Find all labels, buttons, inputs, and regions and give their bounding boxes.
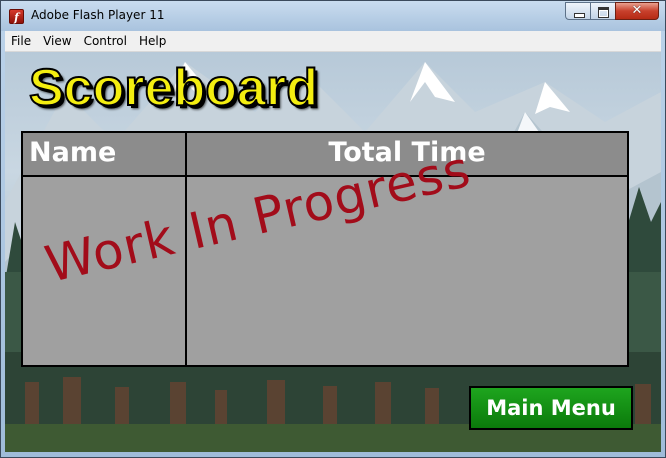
title-bar[interactable]: f Adobe Flash Player 11 ✕: [1, 1, 665, 31]
flash-player-window: f Adobe Flash Player 11 ✕ File View Cont…: [0, 0, 666, 458]
menu-bar: File View Control Help: [5, 31, 661, 52]
maximize-button[interactable]: [590, 2, 616, 20]
game-stage[interactable]: Scoreboard Name Total Time Work In Progr…: [5, 52, 661, 452]
main-menu-button[interactable]: Main Menu: [469, 386, 633, 430]
scoreboard-title: Scoreboard: [28, 58, 319, 118]
table-header-row: Name Total Time: [23, 133, 627, 175]
window-title: Adobe Flash Player 11: [31, 8, 165, 22]
menu-help[interactable]: Help: [133, 31, 172, 51]
maximize-icon: [598, 7, 609, 18]
flash-player-icon: f: [9, 9, 24, 24]
menu-file[interactable]: File: [5, 31, 37, 51]
minimize-button[interactable]: [565, 2, 591, 20]
menu-control[interactable]: Control: [78, 31, 133, 51]
close-icon: ✕: [631, 3, 643, 18]
menu-view[interactable]: View: [37, 31, 77, 51]
close-button[interactable]: ✕: [615, 2, 659, 20]
window-controls: ✕: [565, 2, 659, 22]
minimize-icon: [574, 13, 585, 18]
name-column-header: Name: [29, 137, 117, 168]
